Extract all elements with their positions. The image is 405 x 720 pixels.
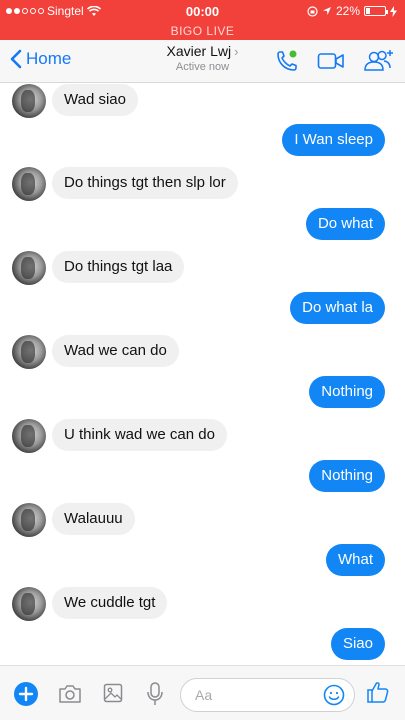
message-row: Nothing xyxy=(0,376,405,410)
message-row: Do what la xyxy=(0,292,405,326)
incoming-message[interactable]: Do things tgt then slp lor xyxy=(52,167,238,199)
outgoing-message[interactable]: I Wan sleep xyxy=(282,124,385,156)
outgoing-message[interactable]: What xyxy=(325,544,385,576)
incoming-message[interactable]: Wad siao xyxy=(52,84,138,116)
phone-call-icon[interactable] xyxy=(275,49,299,73)
conversation-header: Home Xavier Lwj › Active now xyxy=(0,40,405,83)
message-placeholder: Aa xyxy=(195,687,213,703)
contact-name: Xavier Lwj xyxy=(166,43,232,59)
message-row: Do what xyxy=(0,208,405,242)
message-row: Wad siao xyxy=(0,84,405,118)
incoming-message[interactable]: Do things tgt laa xyxy=(52,251,185,283)
outgoing-message[interactable]: Do what la xyxy=(290,292,385,324)
message-row: U think wad we can do xyxy=(0,419,405,453)
add-people-icon[interactable] xyxy=(363,49,395,73)
outgoing-message[interactable]: Nothing xyxy=(309,460,385,492)
message-row: We cuddle tgt xyxy=(0,587,405,621)
emoji-icon[interactable] xyxy=(323,684,345,706)
message-row: Siao xyxy=(0,628,405,662)
contact-avatar[interactable] xyxy=(12,84,46,118)
back-label: Home xyxy=(26,49,72,68)
message-list[interactable]: Wad siao I Wan sleep Do things tgt then … xyxy=(0,83,405,665)
contact-avatar[interactable] xyxy=(12,503,46,537)
incoming-message[interactable]: We cuddle tgt xyxy=(52,587,168,619)
message-row: Wad we can do xyxy=(0,335,405,369)
microphone-icon[interactable] xyxy=(146,682,164,706)
chevron-right-icon: › xyxy=(234,44,239,59)
message-row: Walauuu xyxy=(0,503,405,537)
charging-icon xyxy=(390,5,397,17)
status-bar: Singtel 00:00 22% xyxy=(0,0,405,22)
active-status: Active now xyxy=(175,61,230,73)
camera-icon[interactable] xyxy=(58,684,82,704)
gallery-icon[interactable] xyxy=(103,683,123,703)
incoming-message[interactable]: Walauuu xyxy=(52,503,135,535)
video-call-icon[interactable] xyxy=(317,51,345,71)
battery-icon xyxy=(364,6,388,16)
thumbs-up-icon[interactable] xyxy=(366,680,390,704)
incoming-message[interactable]: U think wad we can do xyxy=(52,419,227,451)
message-input[interactable]: Aa xyxy=(180,678,355,712)
battery-percent: 22% xyxy=(335,4,360,18)
contact-avatar[interactable] xyxy=(12,419,46,453)
message-row: Do things tgt then slp lor xyxy=(0,167,405,201)
outgoing-message[interactable]: Siao xyxy=(330,628,385,660)
outgoing-message[interactable]: Nothing xyxy=(309,376,385,408)
outgoing-message[interactable]: Do what xyxy=(305,208,385,240)
contact-avatar[interactable] xyxy=(12,167,46,201)
contact-title[interactable]: Xavier Lwj › Active now xyxy=(120,43,285,73)
location-icon xyxy=(322,7,331,15)
contact-avatar[interactable] xyxy=(12,587,46,621)
back-button[interactable]: Home xyxy=(10,49,71,69)
message-composer: Aa xyxy=(0,665,405,720)
chevron-left-icon xyxy=(10,49,22,69)
header-actions xyxy=(275,49,395,73)
message-row: What xyxy=(0,544,405,578)
contact-avatar[interactable] xyxy=(12,335,46,369)
message-row: Do things tgt laa xyxy=(0,251,405,285)
plus-icon[interactable] xyxy=(14,682,38,706)
status-right: 22% xyxy=(307,4,397,18)
incoming-message[interactable]: Wad we can do xyxy=(52,335,179,367)
message-row: I Wan sleep xyxy=(0,124,405,158)
live-banner[interactable]: BIGO LIVE xyxy=(0,22,405,40)
contact-avatar[interactable] xyxy=(12,251,46,285)
message-row: Nothing xyxy=(0,460,405,494)
rotation-lock-icon xyxy=(307,5,318,17)
